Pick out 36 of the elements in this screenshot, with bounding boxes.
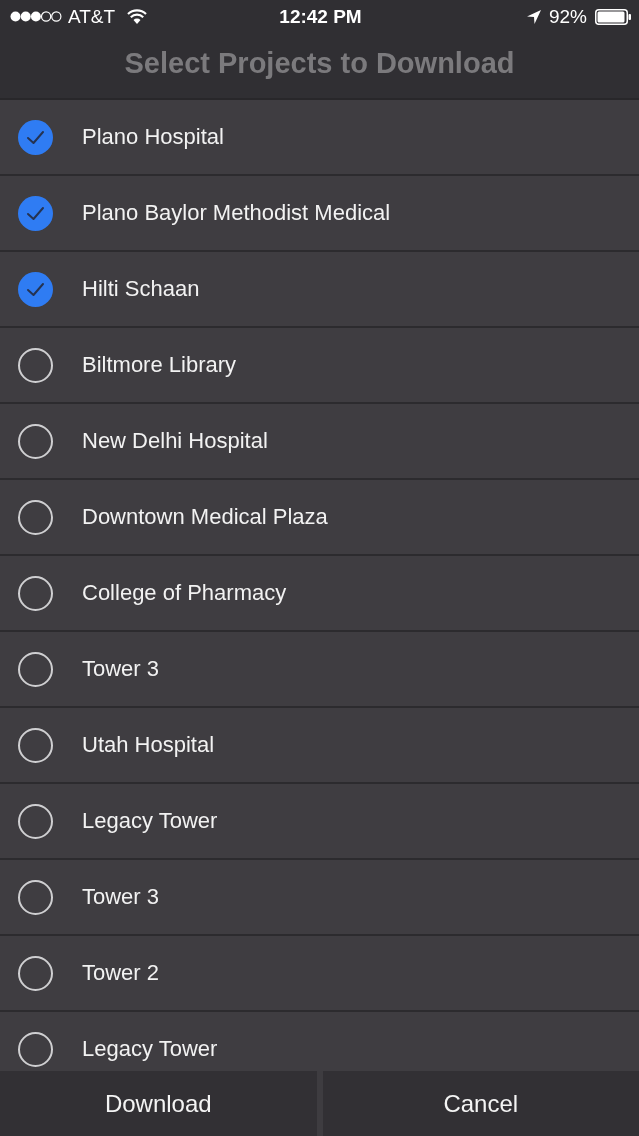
checked-circle-icon[interactable] xyxy=(18,271,53,307)
empty-circle-icon[interactable] xyxy=(18,499,53,535)
empty-circle-icon[interactable] xyxy=(18,423,53,459)
empty-circle-icon[interactable] xyxy=(18,879,53,915)
checked-circle-icon[interactable] xyxy=(18,195,53,231)
project-name: Tower 3 xyxy=(82,884,160,910)
empty-circle-icon[interactable] xyxy=(18,727,53,763)
empty-circle-icon[interactable] xyxy=(18,803,53,839)
battery-icon xyxy=(595,8,631,25)
project-name: New Delhi Hospital xyxy=(82,428,268,454)
project-name: Biltmore Library xyxy=(82,352,237,378)
empty-circle-icon[interactable] xyxy=(18,347,53,383)
page-title: Select Projects to Download xyxy=(123,46,516,81)
project-name: College of Pharmacy xyxy=(82,580,287,606)
carrier-text: AT&T xyxy=(68,5,116,28)
empty-circle-icon[interactable] xyxy=(18,955,53,991)
project-name: Tower 2 xyxy=(82,960,160,986)
time-text: 12:42 PM xyxy=(279,5,362,28)
battery-percent-text: 92% xyxy=(548,5,587,28)
project-name: Tower 3 xyxy=(82,656,160,682)
project-name: Legacy Tower xyxy=(82,808,218,834)
empty-circle-icon[interactable] xyxy=(18,651,53,687)
project-name: Legacy Tower xyxy=(82,1036,218,1062)
download-button[interactable]: Download xyxy=(0,1071,317,1136)
project-name: Downtown Medical Plaza xyxy=(82,504,328,530)
empty-circle-icon[interactable] xyxy=(18,1031,53,1067)
empty-circle-icon[interactable] xyxy=(18,575,53,611)
project-name: Utah Hospital xyxy=(82,732,215,758)
project-name: Plano Baylor Methodist Medical xyxy=(82,200,391,226)
cancel-button[interactable]: Cancel xyxy=(322,1071,639,1136)
project-name: Hilti Schaan xyxy=(82,276,200,302)
checked-circle-icon[interactable] xyxy=(18,119,53,155)
signal-dots-icon xyxy=(10,11,62,22)
project-name: Plano Hospital xyxy=(82,124,224,150)
location-arrow-icon xyxy=(526,9,541,24)
wifi-icon xyxy=(127,9,148,24)
